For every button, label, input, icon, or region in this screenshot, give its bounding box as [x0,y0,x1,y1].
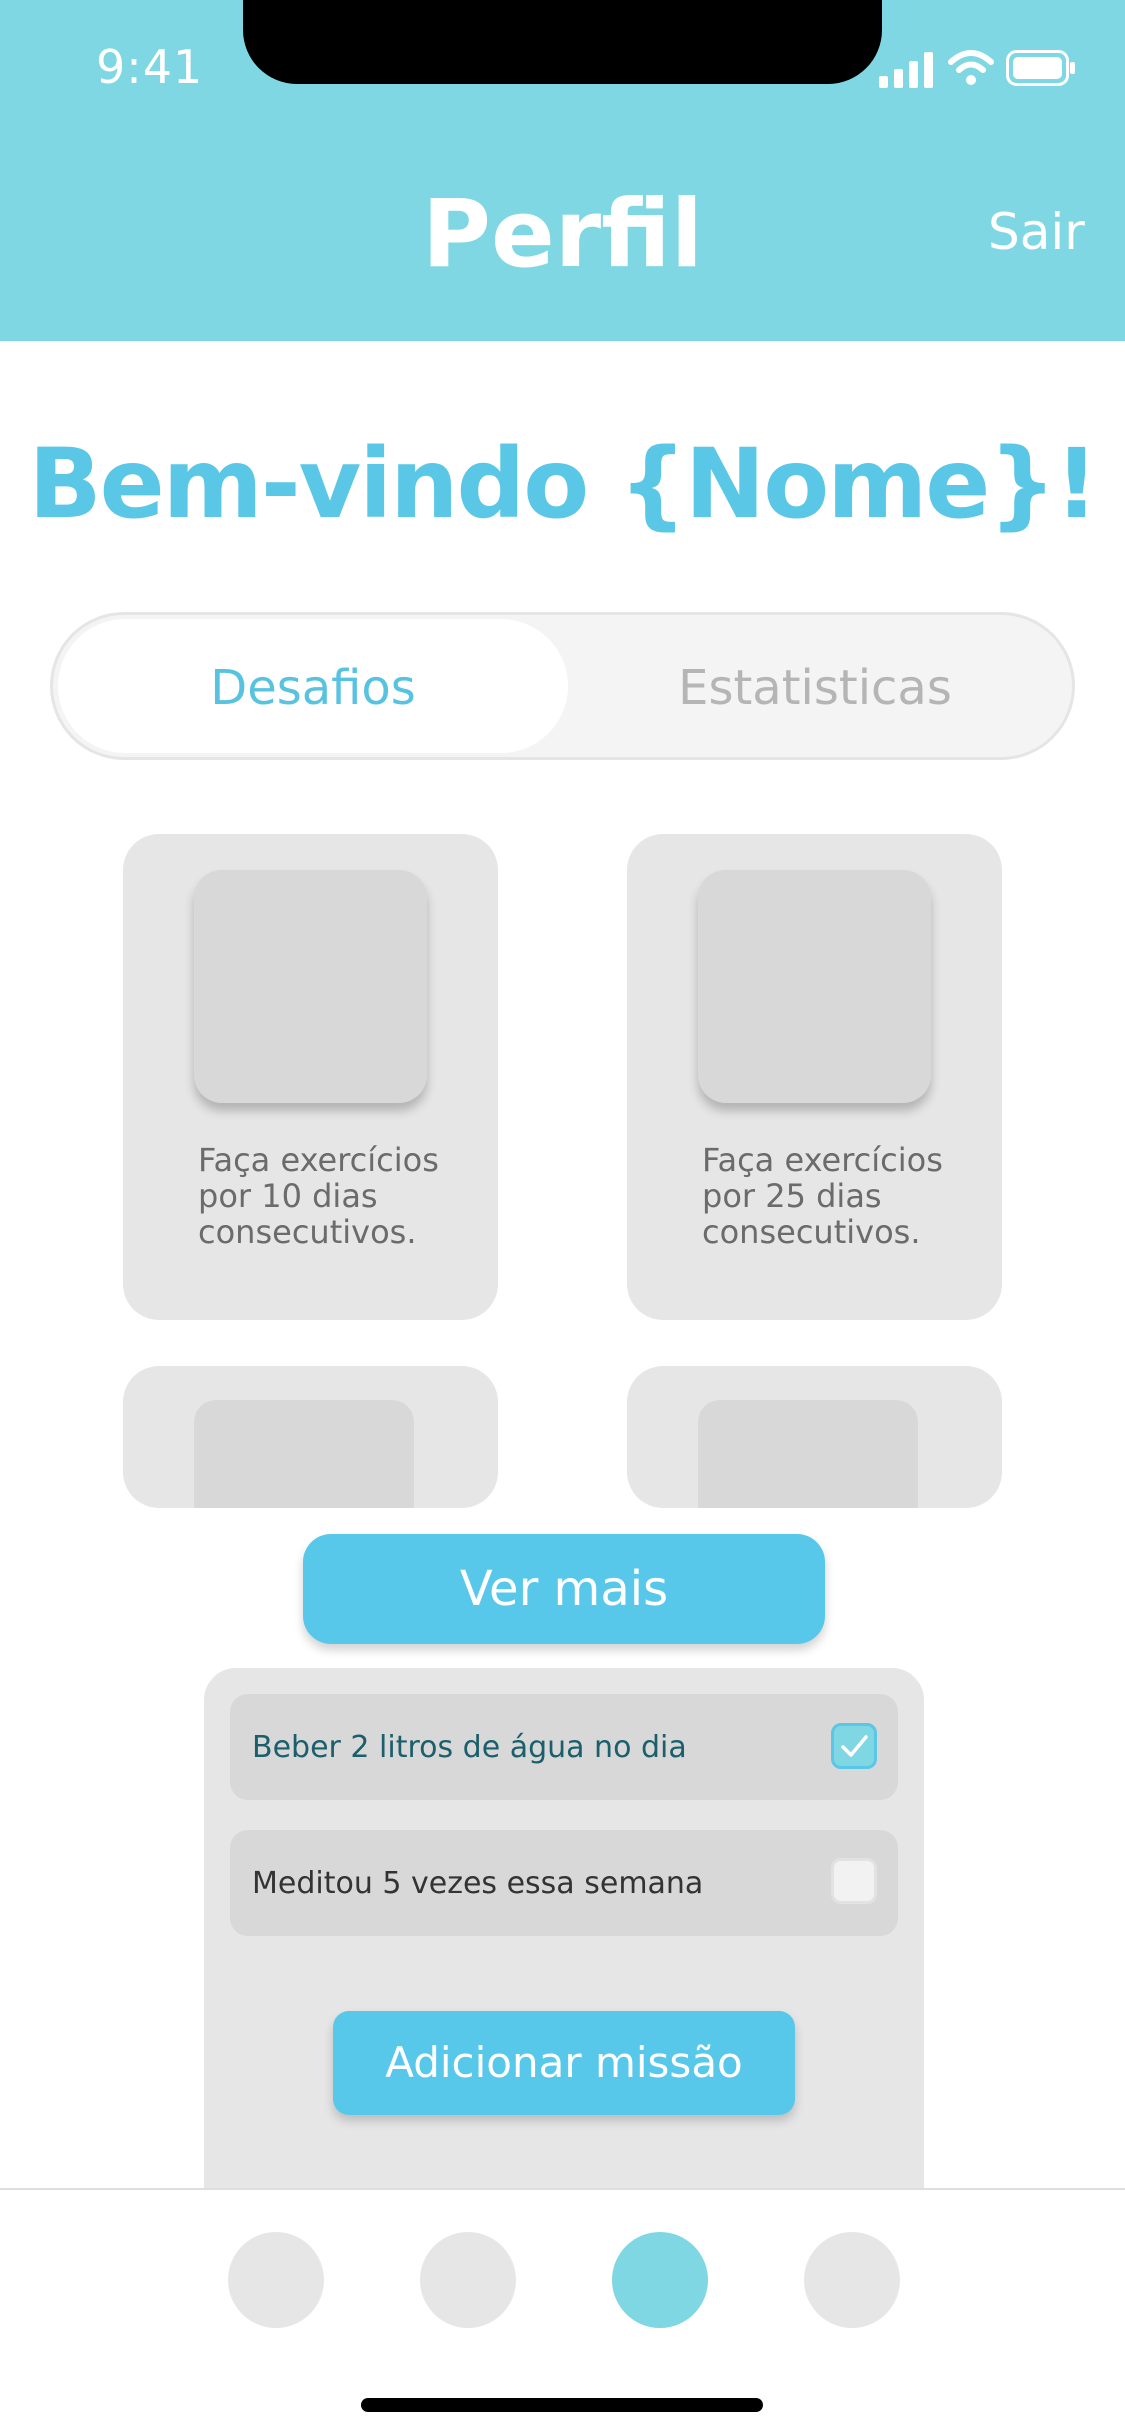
nav-item-3-active[interactable] [612,2232,708,2328]
mission-text: Beber 2 litros de água no dia [252,1730,687,1765]
mission-checkbox-checked[interactable] [831,1723,877,1769]
nav-item-2[interactable] [420,2232,516,2328]
tab-estatisticas[interactable]: Estatisticas [560,660,1070,716]
wifi-icon [948,50,994,85]
challenge-text: Faça exercícios por 10 dias consecutivos… [198,1141,439,1251]
tab-desafios-label[interactable]: Desafios [58,660,568,716]
challenge-image [194,1400,414,1508]
home-indicator[interactable] [361,2398,763,2412]
mission-checkbox[interactable] [831,1858,877,1904]
logout-button[interactable]: Sair [988,203,1085,261]
see-more-button[interactable]: Ver mais [303,1534,825,1644]
challenge-image [194,870,427,1103]
add-mission-button[interactable]: Adicionar missão [333,2011,795,2115]
welcome-heading: Bem-vindo {Nome}! [28,428,1099,540]
nav-item-1[interactable] [228,2232,324,2328]
page-title: Perfil [422,180,703,289]
checkmark-icon [841,1735,868,1757]
challenge-image [698,870,931,1103]
device-notch [243,0,882,84]
mission-text: Meditou 5 vezes essa semana [252,1866,704,1901]
battery-icon [1006,50,1075,86]
signal-icon [879,52,933,88]
status-time: 9:41 [96,40,204,94]
challenge-image [698,1400,918,1508]
challenge-text: Faça exercícios por 25 dias consecutivos… [702,1141,943,1251]
nav-item-4[interactable] [804,2232,900,2328]
